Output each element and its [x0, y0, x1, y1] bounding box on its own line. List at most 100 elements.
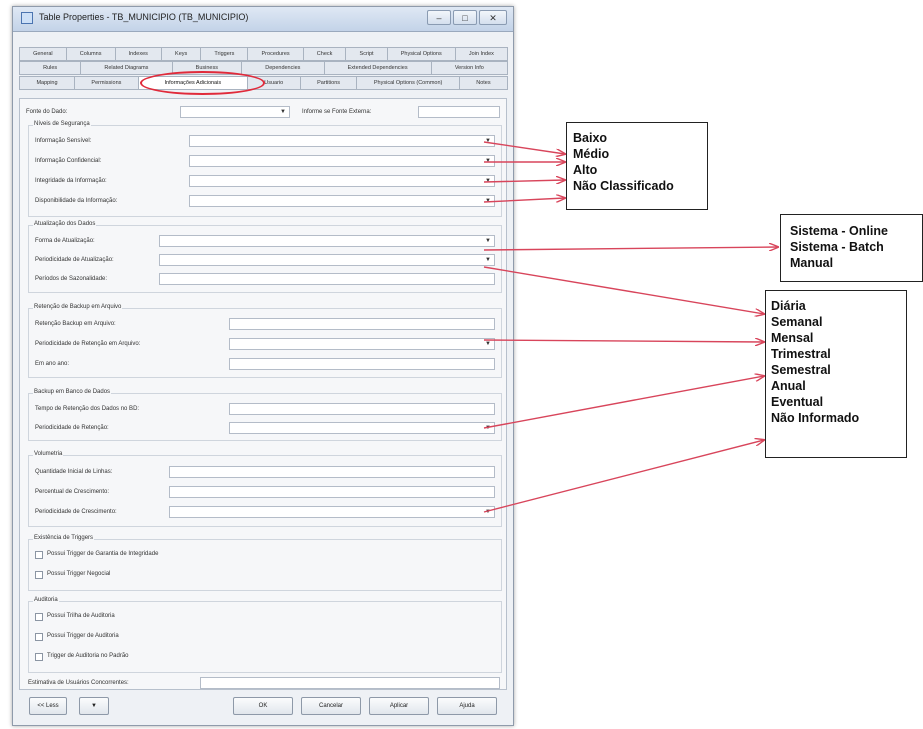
checkbox-label: Trigger de Auditoria no Padrão: [47, 653, 129, 659]
chevron-down-icon: ▼: [280, 109, 286, 115]
periodicidade-crescimento-dropdown[interactable]: ▼: [169, 506, 495, 518]
tab-physical-options[interactable]: Physical Options: [386, 47, 456, 61]
group-backup-bd: Backup em Banco de Dados Tempo de Retenç…: [28, 389, 502, 441]
field-label: Percentual de Crescimento:: [35, 489, 110, 495]
field-label: Disponibilidade da Informação:: [35, 198, 118, 204]
tab-general[interactable]: General: [19, 47, 67, 61]
title-bar[interactable]: Table Properties - TB_MUNICIPIO (TB_MUNI…: [13, 7, 513, 32]
tab-dependencies[interactable]: Dependencies: [241, 61, 325, 75]
periodicidade-atualizacao-dropdown[interactable]: ▼: [159, 254, 495, 266]
chevron-down-icon: ▼: [485, 158, 491, 164]
cancel-button[interactable]: Cancelar: [301, 697, 361, 715]
chevron-down-icon: ▼: [485, 198, 491, 204]
field-label: Retenção Backup em Arquivo:: [35, 321, 116, 327]
checkbox-label: Possui Trilha de Auditoria: [47, 613, 115, 619]
field-label: Periodicidade de Crescimento:: [35, 509, 117, 515]
group-title: Existência de Triggers: [33, 535, 95, 541]
tab-physical-options-common[interactable]: Physical Options (Common): [356, 76, 460, 90]
trigger-padrao-checkbox[interactable]: [35, 653, 43, 661]
group-title: Retenção de Backup em Arquivo: [33, 304, 123, 310]
periodicidade-retencao-arquivo-dropdown[interactable]: ▼: [229, 338, 495, 350]
field-label: Informação Confidencial:: [35, 158, 102, 164]
checkbox-label: Possui Trigger de Garantia de Integridad…: [47, 551, 159, 557]
tab-notes[interactable]: Notes: [458, 76, 509, 90]
arrow-periodicidade-crescimento: [483, 440, 764, 513]
chevron-down-icon: ▼: [485, 341, 491, 347]
fonte-dropdown[interactable]: ▼: [180, 106, 290, 118]
group-auditoria: Auditoria Possui Trilha de Auditoria Pos…: [28, 597, 502, 673]
field-label: Periodicidade de Retenção:: [35, 425, 109, 431]
chevron-down-icon: ▼: [485, 138, 491, 144]
chevron-down-icon: ▼: [485, 178, 491, 184]
help-button[interactable]: Ajuda: [437, 697, 497, 715]
update-form-callout: Sistema - Online Sistema - Batch Manual: [780, 214, 923, 282]
tab-procedures[interactable]: Procedures: [247, 47, 304, 61]
retencao-arquivo-input[interactable]: [229, 318, 495, 330]
usuarios-input[interactable]: [200, 677, 500, 689]
callout-item: Anual: [771, 379, 806, 393]
field-label: Quantidade Inicial de Linhas:: [35, 469, 113, 475]
arrow-forma-atualizacao: [483, 247, 778, 250]
callout-item: Manual: [790, 256, 834, 270]
tab-join-index[interactable]: Join Index: [454, 47, 508, 61]
apply-button[interactable]: Aplicar: [369, 697, 429, 715]
tab-indexes[interactable]: Indexes: [114, 47, 162, 61]
arrow-periodicidade-retencao-arquivo: [483, 340, 764, 342]
group-title: Auditoria: [33, 597, 59, 603]
field-label: Forma de Atualização:: [35, 238, 95, 244]
callout-item: Trimestral: [771, 347, 831, 361]
tab-version-info[interactable]: Version Info: [430, 61, 508, 75]
field-label: Informação Sensível:: [35, 138, 92, 144]
trigger-negocial-checkbox[interactable]: [35, 571, 43, 579]
forma-atualizacao-dropdown[interactable]: ▼: [159, 235, 495, 247]
sazonalidade-input[interactable]: [159, 273, 495, 285]
close-button[interactable]: ✕: [479, 10, 507, 25]
group-title: Atualização dos Dados: [33, 221, 97, 227]
tab-script[interactable]: Script: [345, 47, 388, 61]
trigger-integridade-checkbox[interactable]: [35, 551, 43, 559]
tempo-retencao-input[interactable]: [229, 403, 495, 415]
field-label: Tempo de Retenção dos Dados no BD:: [35, 406, 140, 412]
informacao-confidencial-dropdown[interactable]: ▼: [189, 155, 495, 167]
callout-item: Médio: [573, 147, 610, 161]
tab-rules[interactable]: Rules: [19, 61, 82, 75]
tab-row-1: General Columns Indexes Keys Triggers Pr…: [19, 47, 508, 61]
usuarios-label: Estimativa de Usuários Concorrentes:: [28, 680, 129, 686]
disponibilidade-dropdown[interactable]: ▼: [189, 195, 495, 207]
informacao-sensivel-dropdown[interactable]: ▼: [189, 135, 495, 147]
field-label: Em ano ano:: [35, 361, 70, 367]
options-menu-button[interactable]: ▼: [79, 697, 109, 715]
tab-partitions[interactable]: Partitions: [299, 76, 358, 90]
percentual-crescimento-input[interactable]: [169, 486, 495, 498]
em-ano-input[interactable]: [229, 358, 495, 370]
group-atualizacao: Atualização dos Dados Forma de Atualizaç…: [28, 221, 502, 293]
fonte-externa-input[interactable]: [418, 106, 500, 118]
tab-related-diagrams[interactable]: Related Diagrams: [80, 61, 173, 75]
tab-keys[interactable]: Keys: [160, 47, 202, 61]
quantidade-linhas-input[interactable]: [169, 466, 495, 478]
ok-button[interactable]: OK: [233, 697, 293, 715]
tab-permissions[interactable]: Permissions: [73, 76, 139, 90]
tab-check[interactable]: Check: [302, 47, 347, 61]
trigger-auditoria-checkbox[interactable]: [35, 633, 43, 641]
minimize-button[interactable]: –: [427, 10, 451, 25]
chevron-down-icon: ▼: [485, 257, 491, 263]
tab-mapping[interactable]: Mapping: [19, 76, 75, 90]
maximize-button[interactable]: □: [453, 10, 477, 25]
callout-item: Sistema - Batch: [790, 240, 884, 254]
callout-item: Mensal: [771, 331, 814, 345]
callout-item: Baixo: [573, 131, 608, 145]
callout-item: Semestral: [771, 363, 831, 377]
trilha-auditoria-checkbox[interactable]: [35, 613, 43, 621]
tab-extended-dependencies[interactable]: Extended Dependencies: [323, 61, 432, 75]
group-title: Volumetria: [33, 451, 64, 457]
integridade-dropdown[interactable]: ▼: [189, 175, 495, 187]
tab-columns[interactable]: Columns: [65, 47, 116, 61]
callout-item: Sistema - Online: [790, 224, 888, 238]
periodicidade-retencao-dropdown[interactable]: ▼: [229, 422, 495, 434]
group-volumetria: Volumetria Quantidade Inicial de Linhas:…: [28, 451, 502, 527]
table-properties-dialog: Table Properties - TB_MUNICIPIO (TB_MUNI…: [12, 6, 514, 726]
window-title: Table Properties - TB_MUNICIPIO (TB_MUNI…: [39, 12, 249, 22]
less-button[interactable]: << Less: [29, 697, 67, 715]
tab-triggers[interactable]: Triggers: [200, 47, 249, 61]
